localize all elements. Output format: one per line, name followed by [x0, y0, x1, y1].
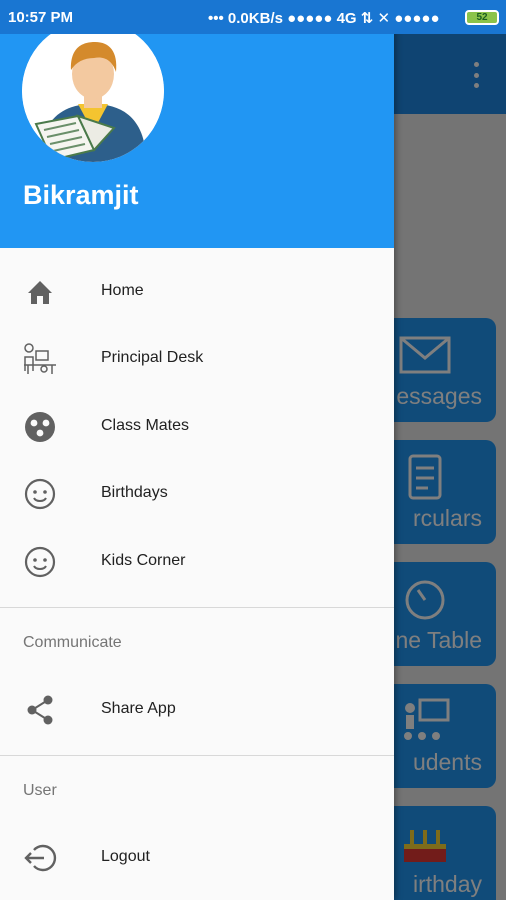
section-header-user: User: [23, 782, 57, 799]
divider: [0, 607, 394, 608]
menu-item-birthdays[interactable]: Birthdays: [0, 462, 394, 528]
home-icon: [28, 281, 52, 304]
menu-item-class-mates[interactable]: Class Mates: [0, 395, 394, 461]
menu-item-label: Kids Corner: [101, 552, 186, 569]
menu-item-label: Birthdays: [101, 484, 168, 501]
menu-item-label: Share App: [101, 700, 176, 717]
face-icon: [24, 478, 56, 510]
divider: [0, 755, 394, 756]
user-name: Bikramjit: [23, 180, 139, 210]
avatar[interactable]: [22, 20, 164, 162]
menu-item-label: Principal Desk: [101, 349, 204, 366]
navigation-drawer: Bikramjit Home Principal Desk Class Mate…: [0, 0, 394, 900]
menu-item-home[interactable]: Home: [0, 260, 394, 326]
share-icon: [27, 695, 53, 725]
battery-icon: 52: [465, 10, 499, 25]
face-icon: [24, 546, 56, 578]
student-reading-icon: [22, 20, 164, 162]
menu-item-label: Logout: [101, 848, 150, 865]
menu-item-label: Home: [101, 282, 144, 299]
section-header-communicate: Communicate: [23, 634, 122, 651]
status-time: 10:57 PM: [8, 9, 74, 26]
principal-desk-icon: [24, 343, 56, 374]
menu-item-kids-corner[interactable]: Kids Corner: [0, 530, 394, 596]
menu-item-label: Class Mates: [101, 417, 190, 434]
menu-item-logout[interactable]: Logout: [0, 826, 394, 892]
status-bar: 10:57 PM ••• 0.0KB/s ●●●●● 4G ⇅ ✕ ●●●●● …: [0, 0, 506, 34]
logout-icon: [24, 844, 57, 872]
drawer-header: Bikramjit: [0, 0, 394, 248]
menu-item-principal-desk[interactable]: Principal Desk: [0, 327, 394, 393]
menu-item-share-app[interactable]: Share App: [0, 678, 394, 744]
status-network-indicators: ••• 0.0KB/s ●●●●● 4G ⇅ ✕ ●●●●●: [208, 10, 440, 27]
group-icon: [25, 412, 55, 442]
